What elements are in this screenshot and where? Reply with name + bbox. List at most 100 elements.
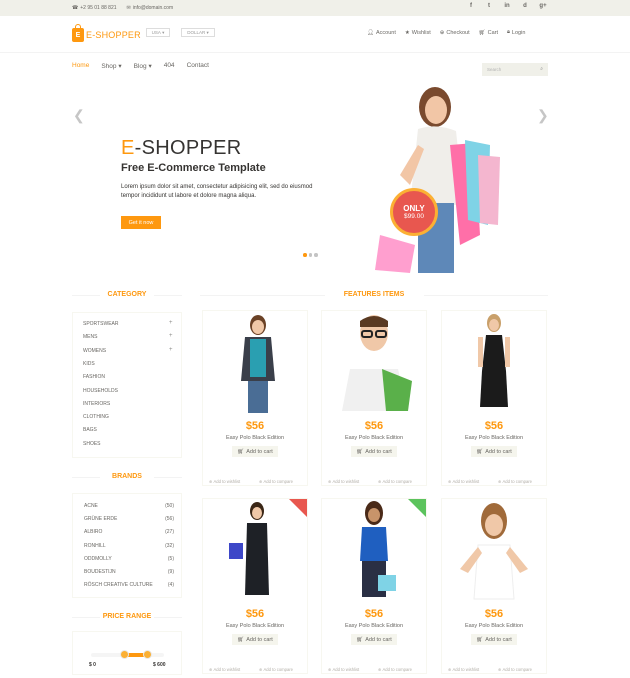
nav-blog[interactable]: Blog ▾ (134, 62, 152, 70)
shopping-cart-icon: 🛒︎ (356, 448, 364, 455)
get-it-now-button[interactable]: Get it now (121, 216, 161, 229)
price-slider-min-handle[interactable] (120, 650, 129, 659)
logo[interactable]: E E-SHOPPER (72, 24, 141, 42)
product-image[interactable] (322, 311, 426, 416)
top-bar: ☎ +2 95 01 88 821 ✉ info@domain.com f t … (0, 0, 630, 16)
add-to-cart-button[interactable]: 🛒︎ Add to cart (471, 446, 517, 457)
email-contact[interactable]: ✉ info@domain.com (127, 5, 174, 11)
category-interiors[interactable]: INTERIORS (83, 401, 110, 407)
menu-login[interactable]: 🔒︎ Login (507, 29, 525, 36)
badge-price: $99.00 (404, 213, 424, 220)
email-text[interactable]: info@domain.com (133, 5, 173, 11)
star-icon: ★ (404, 29, 410, 36)
add-to-cart-button[interactable]: 🛒︎ Add to cart (232, 634, 278, 645)
category-shoes[interactable]: SHOES (83, 441, 101, 447)
brand-item[interactable]: BOUDESTIJN (9) (84, 569, 174, 575)
price-badge: ONLY $99.00 (390, 188, 438, 236)
google-plus-icon[interactable]: g+ (534, 3, 552, 9)
add-to-wishlist-link[interactable]: ⊕ Add to wishlist (209, 667, 240, 672)
slider-next-arrow[interactable]: ❯ (537, 107, 549, 124)
menu-checkout[interactable]: ⊕ Checkout (440, 29, 470, 36)
add-to-wishlist-link[interactable]: ⊕ Add to wishlist (209, 479, 240, 484)
slider-prev-arrow[interactable]: ❮ (73, 107, 85, 124)
search-icon[interactable]: ⌕ (540, 66, 543, 72)
slider-dot[interactable] (303, 253, 307, 257)
search-input[interactable]: Search ⌕ (482, 63, 548, 76)
add-to-wishlist-link[interactable]: ⊕ Add to wishlist (448, 479, 479, 484)
plus-icon[interactable]: + (169, 333, 173, 339)
country-dropdown[interactable]: USA ▾ (146, 28, 170, 37)
brand-item[interactable]: RONHILL (32) (84, 543, 174, 549)
add-to-compare-link[interactable]: ⊕ Add to compare (378, 479, 412, 484)
price-range-title: PRICE RANGE (72, 613, 182, 620)
price-slider-max-handle[interactable] (143, 650, 152, 659)
category-fashion[interactable]: FASHION (83, 374, 105, 380)
shopping-cart-icon: 🛒︎ (237, 636, 245, 643)
linkedin-icon[interactable]: in (498, 3, 516, 9)
category-sportswear[interactable]: SPORTSWEAR (83, 321, 118, 327)
user-icon: 👤︎ (367, 29, 374, 36)
product-name: Easy Polo Black Edition (344, 623, 404, 629)
add-to-compare-link[interactable]: ⊕ Add to compare (378, 667, 412, 672)
slider-title: E-SHOPPER (121, 137, 242, 159)
chevron-down-icon: ▾ (118, 63, 122, 70)
brand-item[interactable]: RÖSCH CREATIVE CULTURE (4) (84, 582, 174, 588)
slider-dot[interactable] (308, 253, 312, 257)
currency-dropdown[interactable]: DOLLAR ▾ (181, 28, 215, 37)
category-clothing[interactable]: CLOTHING (83, 414, 109, 420)
product-price: $56 (245, 608, 265, 620)
slider-dot[interactable] (314, 253, 318, 257)
category-womens[interactable]: WOMENS (83, 348, 106, 354)
plus-icon[interactable]: + (169, 347, 173, 353)
phone-contact: ☎ +2 95 01 88 821 (72, 5, 117, 11)
add-to-cart-button[interactable]: 🛒︎ Add to cart (232, 446, 278, 457)
category-bags[interactable]: BAGS (83, 427, 97, 433)
logo-text: E-SHOPPER (86, 30, 141, 40)
features-title: FEATURES ITEMS (343, 291, 405, 298)
add-to-compare-link[interactable]: ⊕ Add to compare (498, 667, 532, 672)
add-to-wishlist-link[interactable]: ⊕ Add to wishlist (328, 479, 359, 484)
nav-contact[interactable]: Contact (187, 62, 209, 70)
add-to-compare-link[interactable]: ⊕ Add to compare (259, 479, 293, 484)
menu-account[interactable]: 👤︎ Account (367, 29, 396, 36)
twitter-icon[interactable]: t (480, 3, 498, 9)
shopping-cart-icon: 🛒︎ (476, 448, 484, 455)
price-min-label: $ 0 (89, 662, 96, 668)
add-to-cart-button[interactable]: 🛒︎ Add to cart (351, 634, 397, 645)
brand-item[interactable]: ACNE (50) (84, 503, 174, 509)
product-price: $56 (364, 420, 384, 432)
contact-info: ☎ +2 95 01 88 821 ✉ info@domain.com (72, 5, 173, 11)
product-image[interactable] (203, 311, 307, 416)
add-to-cart-button[interactable]: 🛒︎ Add to cart (471, 634, 517, 645)
nav-404[interactable]: 404 (164, 62, 175, 70)
shopping-cart-icon: 🛒︎ (356, 636, 364, 643)
add-to-compare-link[interactable]: ⊕ Add to compare (259, 667, 293, 672)
brand-item[interactable]: ODDMOLLY (5) (84, 556, 174, 562)
crosshairs-icon: ⊕ (439, 29, 445, 36)
nav-home[interactable]: Home (72, 62, 89, 70)
product-footer: ⊕ Add to wishlist ⊕ Add to compare (322, 665, 426, 675)
brand-item[interactable]: ALBIRO (27) (84, 529, 174, 535)
category-households[interactable]: HOUSEHOLDS (83, 388, 118, 394)
plus-icon[interactable]: + (169, 320, 173, 326)
add-to-cart-button[interactable]: 🛒︎ Add to cart (351, 446, 397, 457)
facebook-icon[interactable]: f (462, 3, 480, 9)
menu-cart[interactable]: 🛒︎ Cart (479, 29, 498, 36)
product-footer: ⊕ Add to wishlist ⊕ Add to compare (442, 477, 546, 487)
dribbble-icon[interactable]: d (516, 3, 534, 9)
brand-item[interactable]: GRÜNE ERDE (56) (84, 516, 174, 522)
category-kids[interactable]: KIDS (83, 361, 95, 367)
category-title: CATEGORY (72, 291, 182, 298)
add-to-wishlist-link[interactable]: ⊕ Add to wishlist (448, 667, 479, 672)
menu-wishlist[interactable]: ★ Wishlist (405, 29, 431, 36)
sale-ribbon (408, 499, 426, 517)
add-to-wishlist-link[interactable]: ⊕ Add to wishlist (328, 667, 359, 672)
add-to-compare-link[interactable]: ⊕ Add to compare (498, 479, 532, 484)
product-image[interactable] (442, 311, 546, 416)
product-image[interactable] (442, 499, 546, 604)
product-footer: ⊕ Add to wishlist ⊕ Add to compare (203, 665, 307, 675)
nav-shop[interactable]: Shop ▾ (101, 62, 121, 70)
category-mens[interactable]: MENS (83, 334, 97, 340)
product-name: Easy Polo Black Edition (225, 623, 285, 629)
product-card: $56 Easy Polo Black Edition 🛒︎ Add to car… (202, 498, 308, 674)
